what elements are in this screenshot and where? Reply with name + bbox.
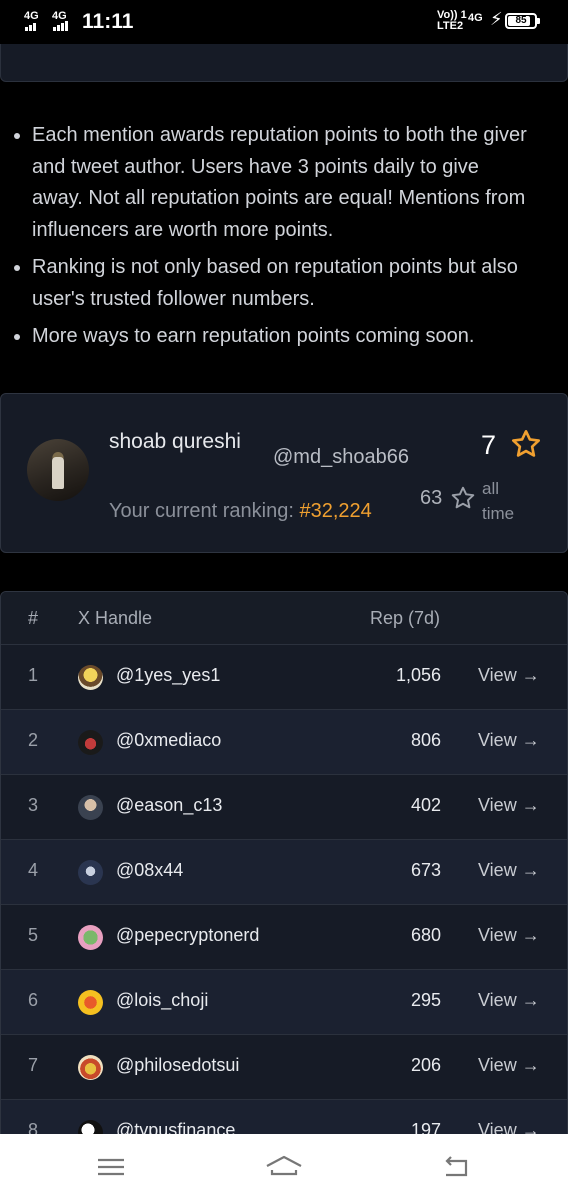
row-handle[interactable]: @pepecryptonerd bbox=[116, 925, 259, 946]
view-link[interactable]: View → bbox=[478, 990, 540, 1011]
system-nav-bar bbox=[0, 1134, 568, 1200]
column-rep[interactable]: Rep (7d) bbox=[370, 608, 440, 629]
column-rank: # bbox=[28, 608, 39, 628]
signal-icon bbox=[25, 21, 37, 31]
row-rank: 7 bbox=[28, 1055, 39, 1075]
row-rep: 402 bbox=[410, 795, 441, 815]
info-bullet: More ways to earn reputation points comi… bbox=[14, 321, 534, 353]
daily-points: 7 bbox=[481, 430, 497, 460]
view-link[interactable]: View → bbox=[478, 795, 540, 816]
row-rep: 680 bbox=[410, 925, 441, 945]
star-icon bbox=[512, 430, 540, 457]
info-bullet: Each mention awards reputation points to… bbox=[14, 120, 534, 246]
all-time-label: all time bbox=[482, 479, 515, 523]
row-rep: 295 bbox=[410, 990, 441, 1010]
row-handle[interactable]: @lois_choji bbox=[116, 990, 208, 1011]
row-rank: 6 bbox=[28, 990, 39, 1010]
previous-card bbox=[0, 44, 568, 82]
star-outline-icon bbox=[451, 486, 475, 509]
row-handle[interactable]: @08x44 bbox=[116, 860, 183, 881]
avatar bbox=[78, 730, 103, 755]
table-row[interactable]: 3 @eason_c13 402 View → bbox=[1, 775, 567, 840]
network-indicator: 4G bbox=[468, 12, 483, 24]
row-rep: 1,056 bbox=[395, 665, 441, 685]
row-handle[interactable]: @1yes_yes1 bbox=[116, 665, 220, 686]
avatar bbox=[78, 795, 103, 820]
row-rank: 2 bbox=[28, 730, 39, 750]
ranking-value: #32,224 bbox=[299, 500, 372, 522]
view-link[interactable]: View → bbox=[478, 1055, 540, 1076]
home-icon[interactable] bbox=[264, 1152, 304, 1182]
table-row[interactable]: 6 @lois_choji 295 View → bbox=[1, 970, 567, 1035]
status-bar: 4G 4G 11:11 Vo)) 1 LTE2 4G ⚡ 85 bbox=[0, 0, 568, 44]
avatar bbox=[78, 925, 103, 950]
user-name: shoab qureshi bbox=[109, 430, 241, 453]
view-link[interactable]: View → bbox=[478, 860, 540, 881]
clock: 11:11 bbox=[82, 10, 134, 33]
user-handle[interactable]: @md_shoab66 bbox=[273, 446, 409, 469]
avatar bbox=[78, 1055, 103, 1080]
row-rep: 673 bbox=[410, 860, 441, 880]
table-row[interactable]: 1 @1yes_yes1 1,056 View → bbox=[1, 645, 567, 710]
row-handle[interactable]: @0xmediaco bbox=[116, 730, 221, 751]
row-rank: 4 bbox=[28, 860, 39, 880]
row-rank: 3 bbox=[28, 795, 39, 815]
avatar bbox=[78, 990, 103, 1015]
user-ranking-card: shoab qureshi @md_shoab66 Your current r… bbox=[0, 393, 568, 553]
ranking-label: Your current ranking: bbox=[109, 500, 294, 522]
avatar bbox=[78, 860, 103, 885]
volte-indicator: Vo)) 1 LTE2 bbox=[437, 10, 467, 32]
signal-icon bbox=[53, 21, 69, 31]
table-row[interactable]: 2 @0xmediaco 806 View → bbox=[1, 710, 567, 775]
avatar[interactable] bbox=[27, 439, 89, 501]
volte-bottom-label: LTE2 bbox=[437, 20, 464, 32]
row-rank: 5 bbox=[28, 925, 39, 945]
table-row[interactable]: 4 @08x44 673 View → bbox=[1, 840, 567, 905]
charging-icon: ⚡ bbox=[490, 9, 503, 29]
row-rep: 206 bbox=[410, 1055, 441, 1075]
ranking-line: Your current ranking: #32,224 bbox=[109, 500, 372, 523]
sim2-signal: 4G bbox=[52, 11, 69, 31]
battery-level: 85 bbox=[515, 15, 527, 26]
menu-icon[interactable] bbox=[90, 1152, 130, 1182]
leaderboard-table: # X Handle Rep (7d) 1 @1yes_yes1 1,056 V… bbox=[0, 591, 568, 1151]
back-icon[interactable] bbox=[436, 1152, 476, 1182]
view-link[interactable]: View → bbox=[478, 730, 540, 751]
avatar bbox=[78, 665, 103, 690]
view-link[interactable]: View → bbox=[478, 925, 540, 946]
row-handle[interactable]: @philosedotsui bbox=[116, 1055, 239, 1076]
column-handle: X Handle bbox=[78, 608, 153, 628]
info-bullet-list: Each mention awards reputation points to… bbox=[14, 120, 534, 359]
all-time-points: 63 bbox=[420, 487, 443, 509]
table-header: # X Handle Rep (7d) bbox=[1, 592, 567, 645]
info-bullet: Ranking is not only based on reputation … bbox=[14, 252, 534, 315]
battery-icon: 85 bbox=[505, 13, 540, 29]
view-link[interactable]: View → bbox=[478, 665, 540, 686]
row-handle[interactable]: @eason_c13 bbox=[116, 795, 222, 816]
row-rep: 806 bbox=[410, 730, 441, 750]
table-row[interactable]: 7 @philosedotsui 206 View → bbox=[1, 1035, 567, 1100]
row-rank: 1 bbox=[28, 665, 39, 685]
sim1-signal: 4G bbox=[24, 11, 39, 31]
table-row[interactable]: 5 @pepecryptonerd 680 View → bbox=[1, 905, 567, 970]
